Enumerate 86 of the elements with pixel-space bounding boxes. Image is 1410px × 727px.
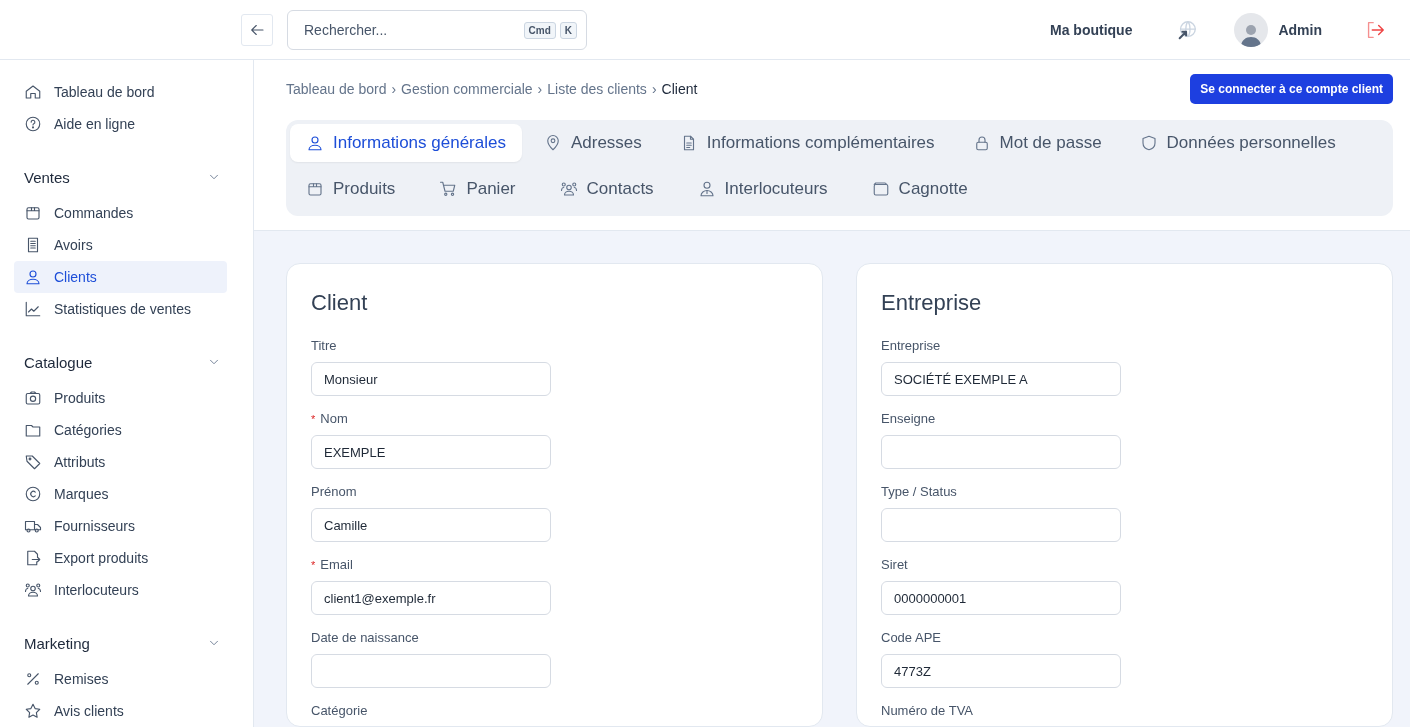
tab[interactable]: Contacts bbox=[543, 170, 670, 208]
breadcrumb-link[interactable]: Liste des clients bbox=[547, 81, 647, 97]
section-header[interactable]: Catalogue bbox=[14, 346, 227, 378]
user-icon bbox=[24, 268, 42, 286]
breadcrumb-separator: › bbox=[391, 81, 397, 97]
sidebar-item[interactable]: Fournisseurs bbox=[14, 510, 227, 542]
field-label: Numéro de TVA bbox=[881, 703, 973, 718]
line-chart-icon bbox=[24, 300, 42, 318]
percent-icon bbox=[24, 670, 42, 688]
field-label: Code APE bbox=[881, 630, 941, 645]
shield-icon bbox=[1139, 134, 1158, 152]
cart-icon bbox=[439, 180, 458, 198]
sidebar-item[interactable]: Aide en ligne bbox=[14, 108, 227, 140]
field-label: Date de naissance bbox=[311, 630, 419, 645]
field-label: Nom bbox=[320, 411, 348, 426]
sidebar-item[interactable]: Export produits bbox=[14, 542, 227, 574]
globe-icon[interactable] bbox=[1176, 18, 1199, 41]
input-field[interactable] bbox=[881, 508, 1121, 542]
field-label: Type / Status bbox=[881, 484, 957, 499]
back-button[interactable] bbox=[241, 13, 273, 46]
sidebar-item[interactable]: Remises bbox=[14, 663, 227, 695]
required-mark: * bbox=[311, 412, 316, 425]
users-icon bbox=[559, 180, 578, 198]
input-field[interactable]: SOCIÉTÉ EXEMPLE A bbox=[881, 362, 1121, 396]
card-title: Entreprise bbox=[881, 290, 982, 316]
sidebar-item[interactable]: Tableau de bord bbox=[14, 76, 227, 108]
sidebar-item[interactable]: Interlocuteurs bbox=[14, 574, 227, 606]
section-header[interactable]: Ventes bbox=[14, 161, 227, 193]
file-export-icon bbox=[24, 549, 42, 567]
sidebar-item[interactable]: Clients bbox=[14, 261, 227, 293]
input-field[interactable]: 4773Z bbox=[881, 654, 1121, 688]
field-label: Siret bbox=[881, 557, 908, 572]
breadcrumb-link[interactable]: Tableau de bord bbox=[286, 81, 387, 97]
sidebar-item[interactable]: Produits bbox=[14, 382, 227, 414]
breadcrumb-separator: › bbox=[651, 81, 657, 97]
field-label: Entreprise bbox=[881, 338, 941, 353]
sidebar-item[interactable]: Statistiques de ventes bbox=[14, 293, 227, 325]
tab[interactable]: Informations complémentaires bbox=[663, 124, 951, 162]
shop-name[interactable]: Ma boutique bbox=[1050, 21, 1133, 38]
tab[interactable]: Adresses bbox=[527, 124, 658, 162]
breadcrumb-separator: › bbox=[537, 81, 543, 97]
tab[interactable]: Informations générales bbox=[290, 124, 522, 162]
sidebar-item[interactable]: Commandes bbox=[14, 197, 227, 229]
user-name[interactable]: Admin bbox=[1278, 21, 1322, 38]
avatar-icon[interactable] bbox=[1234, 12, 1269, 47]
input-field[interactable] bbox=[311, 654, 551, 688]
help-icon bbox=[24, 115, 42, 133]
sidebar-item[interactable]: Avis clients bbox=[14, 695, 227, 727]
breadcrumb-link[interactable]: Gestion commerciale bbox=[401, 81, 533, 97]
input-field[interactable]: 0000000001 bbox=[881, 581, 1121, 615]
input-field[interactable]: EXEMPLE bbox=[311, 435, 551, 469]
input-field[interactable]: client1@exemple.fr bbox=[311, 581, 551, 615]
field-label: Catégorie bbox=[311, 703, 368, 718]
home-icon bbox=[24, 83, 42, 101]
input-field[interactable]: Camille bbox=[311, 508, 551, 542]
login-as-client-button[interactable]: Se connecter à ce compte client bbox=[1190, 74, 1393, 104]
tab[interactable]: Mot de passe bbox=[956, 124, 1118, 162]
copyright-icon bbox=[24, 485, 42, 503]
required-mark: * bbox=[311, 558, 316, 571]
tab[interactable]: Cagnotte bbox=[855, 170, 984, 208]
section-header[interactable]: Marketing bbox=[14, 627, 227, 659]
tab[interactable]: Produits bbox=[290, 170, 412, 208]
card-title: Client bbox=[311, 290, 368, 316]
star-icon bbox=[24, 702, 42, 720]
field-label: Email bbox=[320, 557, 353, 572]
field-label: Titre bbox=[311, 338, 337, 353]
wallet-icon bbox=[871, 180, 890, 198]
tab[interactable]: Données personnelles bbox=[1123, 124, 1352, 162]
sidebar-item[interactable]: Catégories bbox=[14, 414, 227, 446]
sidebar-item[interactable]: Avoirs bbox=[14, 229, 227, 261]
box-icon bbox=[306, 180, 324, 198]
breadcrumb-current: Client bbox=[661, 81, 698, 97]
field-label: Enseigne bbox=[881, 411, 936, 426]
sidebar-item[interactable]: Attributs bbox=[14, 446, 227, 478]
input-field[interactable]: Monsieur bbox=[311, 362, 551, 396]
tab[interactable]: Interlocuteurs bbox=[681, 170, 844, 208]
users-icon bbox=[24, 581, 42, 599]
box-icon bbox=[24, 204, 42, 222]
tab[interactable]: Panier bbox=[423, 170, 532, 208]
tags-icon bbox=[24, 453, 42, 471]
sidebar-item[interactable]: Marques bbox=[14, 478, 227, 510]
user-icon bbox=[306, 134, 324, 152]
user-icon bbox=[697, 180, 716, 198]
camera-icon bbox=[24, 389, 42, 407]
input-field[interactable] bbox=[881, 435, 1121, 469]
field-label: Prénom bbox=[311, 484, 357, 499]
